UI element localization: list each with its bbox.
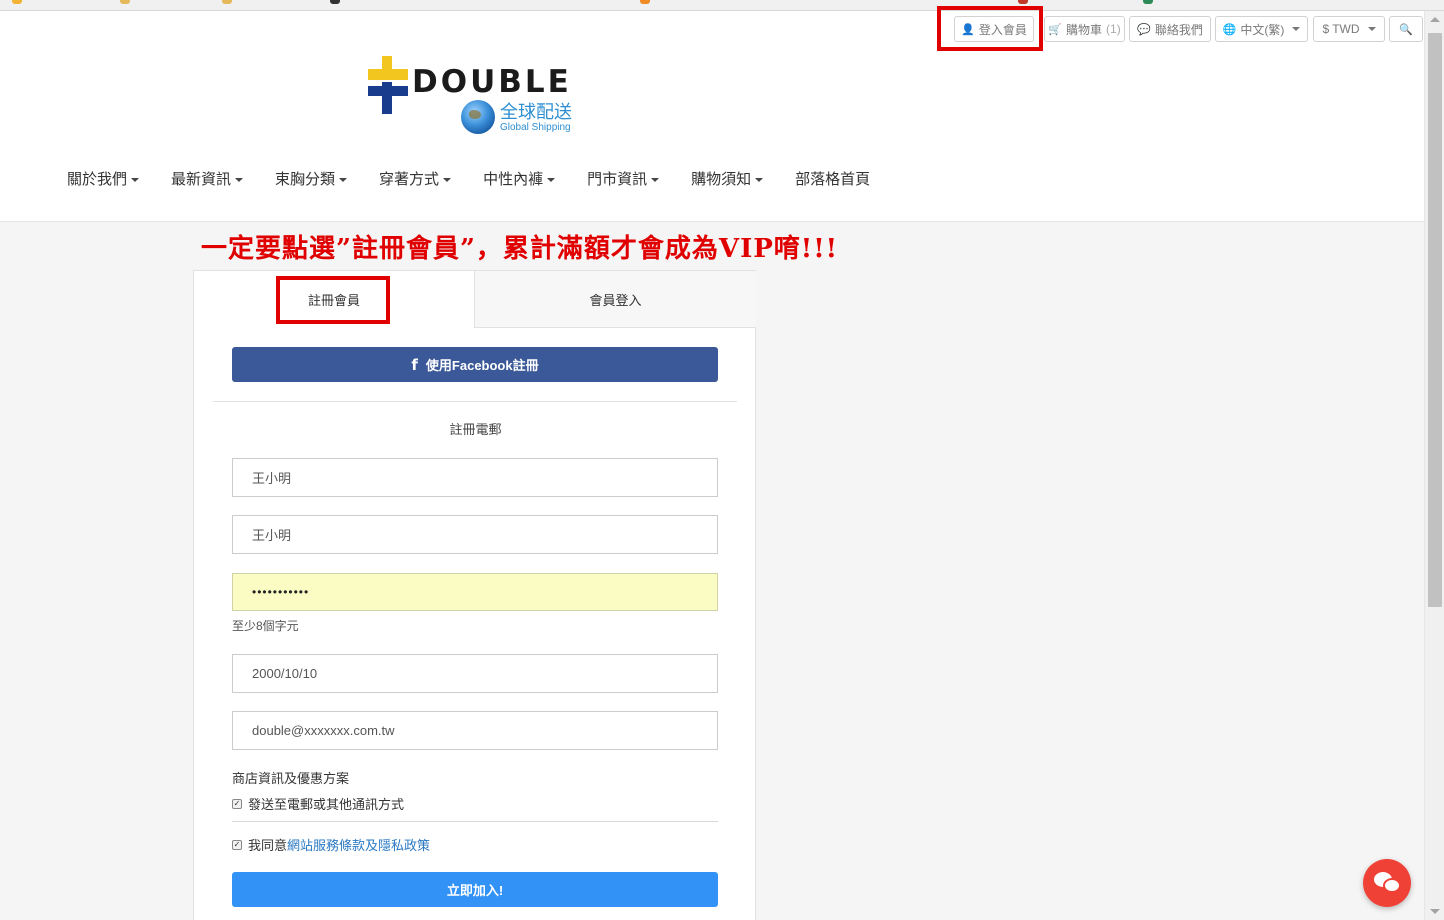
cart-button[interactable]: 🛒 購物車 (1) bbox=[1044, 16, 1125, 42]
register-panel: 註冊會員 會員登入 f 使用Facebook註冊 註冊電郵 王小明 王小明 ••… bbox=[193, 270, 756, 920]
facebook-icon: f bbox=[411, 355, 418, 374]
logo-tagline-zh: 全球配送 bbox=[500, 102, 572, 122]
name-value-2: 王小明 bbox=[252, 528, 292, 543]
language-label: 中文(繁) bbox=[1240, 22, 1285, 37]
tab-favicon bbox=[640, 0, 650, 4]
tab-login-label: 會員登入 bbox=[589, 292, 642, 308]
contact-label: 聯絡我們 bbox=[1154, 22, 1203, 37]
email-value: double@xxxxxxx.com.tw bbox=[252, 723, 395, 738]
terms-link[interactable]: 網站服務條款及隱私政策 bbox=[287, 838, 430, 853]
nav-item-news[interactable]: 最新資訊 bbox=[160, 166, 254, 194]
search-button[interactable]: 🔍 bbox=[1389, 16, 1423, 42]
contact-button[interactable]: 💬 聯絡我們 bbox=[1129, 16, 1211, 42]
language-dropdown[interactable]: 🌐 中文(繁) bbox=[1215, 16, 1308, 42]
cart-count: (1) bbox=[1106, 22, 1121, 36]
browser-tab-strip bbox=[0, 0, 1444, 11]
logo-wordmark: DOUBLE bbox=[412, 64, 572, 100]
promo-section-label: 商店資訊及優惠方案 bbox=[232, 771, 350, 786]
logo-tagline-en: Global Shipping bbox=[500, 122, 571, 133]
name-value: 王小明 bbox=[252, 471, 292, 486]
search-icon: 🔍 bbox=[1399, 23, 1413, 36]
facebook-register-label: 使用Facebook註冊 bbox=[425, 358, 539, 373]
scroll-thumb[interactable] bbox=[1428, 33, 1442, 607]
password-value: ••••••••••• bbox=[252, 585, 310, 599]
chat-icon: 💬 bbox=[1137, 23, 1151, 36]
agree-checkbox-row[interactable]: ✓ 我同意網站服務條款及隱私政策 bbox=[232, 835, 430, 854]
nav-label: 穿著方式 bbox=[379, 171, 440, 188]
birthday-input[interactable]: 2000/10/10 bbox=[232, 654, 718, 693]
chevron-down-icon bbox=[443, 178, 452, 182]
nav-label: 購物須知 bbox=[691, 171, 752, 188]
nav-item-stores[interactable]: 門市資訊 bbox=[576, 166, 670, 194]
password-input[interactable]: ••••••••••• bbox=[232, 573, 718, 611]
vip-notice-annotation: 一定要點選”註冊會員”，累計滿額才會成為VIP唷!!! bbox=[201, 234, 839, 264]
logo-cross-yellow-bar bbox=[368, 69, 408, 80]
join-now-button[interactable]: 立即加入! bbox=[232, 872, 718, 907]
join-now-label: 立即加入! bbox=[446, 883, 504, 898]
tab-favicon bbox=[120, 0, 130, 4]
tab-favicon bbox=[330, 0, 340, 4]
name-input[interactable]: 王小明 bbox=[232, 458, 718, 497]
chevron-down-icon bbox=[651, 178, 660, 182]
tab-login[interactable]: 會員登入 bbox=[474, 271, 756, 328]
tab-favicon bbox=[12, 0, 22, 4]
chevron-down-icon bbox=[1367, 27, 1376, 31]
logo-cross-blue-bar bbox=[368, 86, 408, 96]
password-hint: 至少8個字元 bbox=[232, 619, 299, 633]
highlight-box-login bbox=[937, 6, 1043, 51]
birthday-value: 2000/10/10 bbox=[252, 666, 318, 681]
nav-item-categories[interactable]: 束胸分類 bbox=[264, 166, 358, 194]
chevron-down-icon bbox=[339, 178, 348, 182]
nav-label: 束胸分類 bbox=[275, 171, 336, 188]
globe-icon: 🌐 bbox=[1222, 23, 1237, 36]
main-nav: 關於我們 最新資訊 束胸分類 穿著方式 中性內褲 門市資訊 購物須知 部落格首頁 bbox=[56, 166, 891, 194]
chevron-down-icon bbox=[1292, 27, 1301, 31]
live-chat-button[interactable] bbox=[1363, 859, 1411, 907]
scroll-up-icon[interactable] bbox=[1430, 17, 1440, 22]
site-logo[interactable]: DOUBLE 全球配送 Global Shipping bbox=[368, 56, 578, 136]
chevron-down-icon bbox=[131, 178, 140, 182]
cart-label: 購物車 bbox=[1066, 22, 1103, 37]
nav-item-blog[interactable]: 部落格首頁 bbox=[784, 166, 881, 194]
chevron-down-icon bbox=[235, 178, 244, 182]
divider bbox=[232, 821, 718, 822]
currency-dropdown[interactable]: $ TWD bbox=[1313, 16, 1385, 42]
nav-item-about[interactable]: 關於我們 bbox=[56, 166, 150, 194]
nav-label: 最新資訊 bbox=[171, 171, 232, 188]
tab-favicon bbox=[1143, 0, 1153, 4]
globe-icon bbox=[461, 100, 495, 134]
cart-icon: 🛒 bbox=[1048, 23, 1063, 36]
section-title: 註冊電郵 bbox=[449, 422, 502, 437]
chat-bubble-icon bbox=[1383, 878, 1401, 893]
chevron-down-icon bbox=[547, 178, 556, 182]
facebook-register-button[interactable]: f 使用Facebook註冊 bbox=[232, 347, 718, 382]
name-input-2[interactable]: 王小明 bbox=[232, 515, 718, 554]
agree-prefix: 我同意 bbox=[248, 838, 288, 853]
nav-item-shopping-guide[interactable]: 購物須知 bbox=[680, 166, 774, 194]
scroll-down-icon[interactable] bbox=[1430, 909, 1440, 914]
nav-label: 關於我們 bbox=[67, 171, 128, 188]
checkbox-checked-icon[interactable]: ✓ bbox=[232, 798, 242, 809]
promo-checkbox-row[interactable]: ✓ 發送至電郵或其他通訊方式 bbox=[232, 794, 404, 813]
promo-checkbox-label: 發送至電郵或其他通訊方式 bbox=[248, 797, 405, 812]
nav-label: 門市資訊 bbox=[587, 171, 648, 188]
divider bbox=[213, 401, 737, 402]
nav-label: 中性內褲 bbox=[483, 171, 544, 188]
chevron-down-icon bbox=[755, 178, 764, 182]
currency-label: $ TWD bbox=[1322, 22, 1360, 36]
checkbox-checked-icon[interactable]: ✓ bbox=[232, 839, 242, 850]
tab-favicon bbox=[1018, 0, 1028, 4]
email-input[interactable]: double@xxxxxxx.com.tw bbox=[232, 711, 718, 750]
nav-item-wearing[interactable]: 穿著方式 bbox=[368, 166, 462, 194]
nav-label: 部落格首頁 bbox=[795, 171, 871, 188]
page-scrollbar[interactable] bbox=[1424, 11, 1444, 920]
tab-favicon bbox=[222, 0, 232, 4]
nav-item-underwear[interactable]: 中性內褲 bbox=[472, 166, 566, 194]
highlight-box-register bbox=[276, 276, 390, 324]
